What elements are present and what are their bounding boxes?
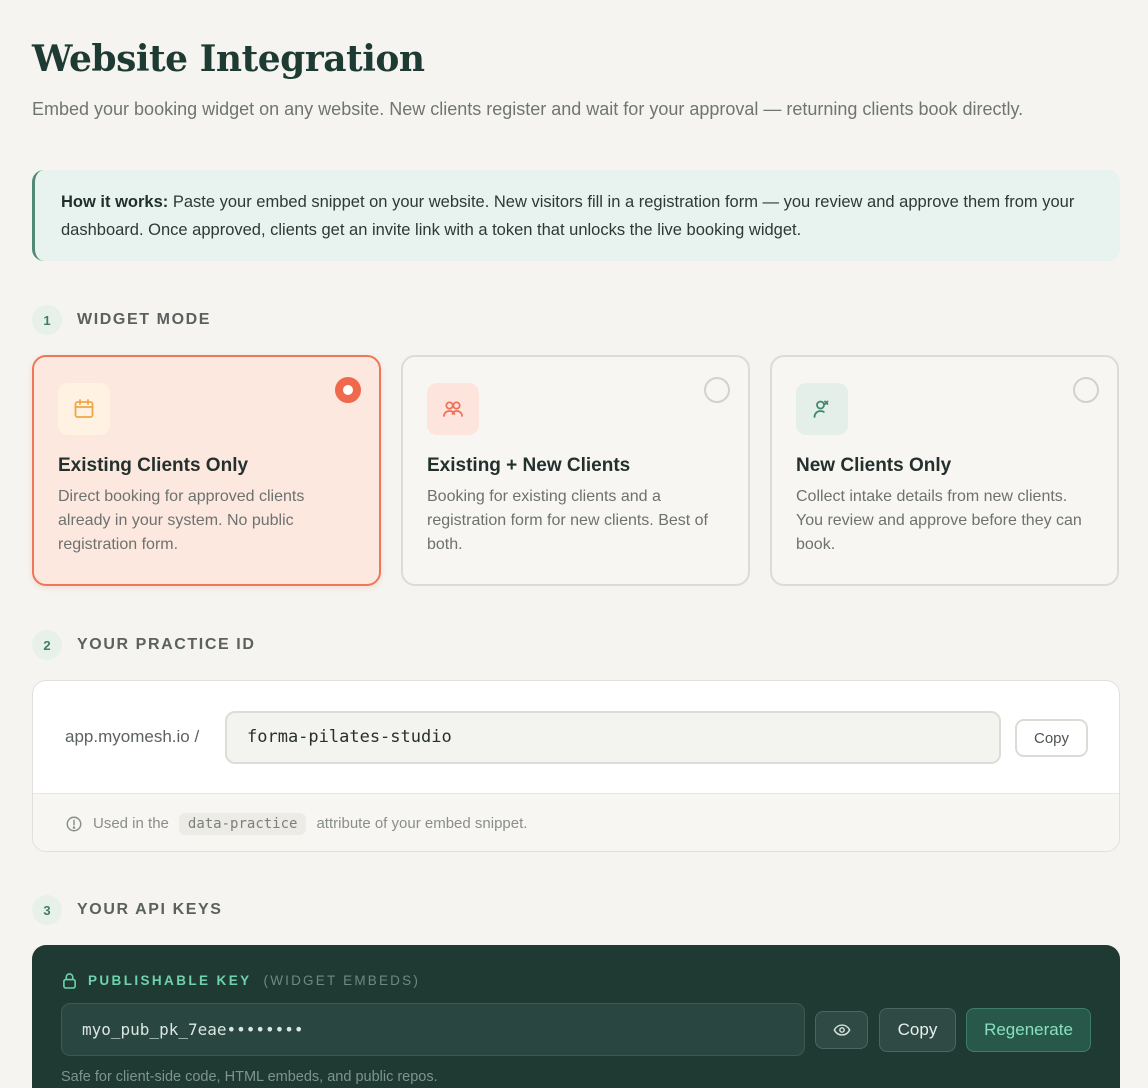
step-label: YOUR PRACTICE ID — [77, 636, 256, 653]
mode-option-existing-and-new[interactable]: Existing + New Clients Booking for exist… — [401, 355, 750, 586]
reveal-key-button[interactable] — [815, 1011, 868, 1049]
eye-icon — [833, 1024, 850, 1036]
copy-practice-id-button[interactable]: Copy — [1015, 719, 1088, 757]
mode-radio[interactable] — [704, 377, 730, 403]
step-number: 2 — [32, 630, 62, 660]
step-widget-mode: 1 WIDGET MODE — [32, 305, 211, 335]
mode-description: Direct booking for approved clients alre… — [58, 488, 305, 553]
how-it-works-callout: How it works: Paste your embed snippet o… — [32, 170, 1120, 261]
mode-description: Collect intake details from new clients.… — [796, 488, 1082, 553]
callout-text: Paste your embed snippet on your website… — [61, 193, 1075, 239]
page-subtitle: Embed your booking widget on any website… — [32, 99, 1024, 119]
publishable-key-label: PUBLISHABLE KEY — [88, 973, 252, 988]
widget-mode-options: Existing Clients Only Direct booking for… — [32, 355, 1120, 586]
callout-lead: How it works: — [61, 193, 169, 211]
step-label: YOUR API KEYS — [77, 901, 223, 918]
step-practice-id: 2 YOUR PRACTICE ID — [32, 630, 256, 660]
users-icon — [427, 383, 479, 435]
publishable-key-sublabel: (WIDGET EMBEDS) — [263, 973, 421, 988]
publishable-key-input[interactable]: myo_pub_pk_7eae•••••••• — [61, 1003, 805, 1056]
note-text-after: attribute of your embed snippet. — [316, 815, 528, 832]
mode-option-existing-clients[interactable]: Existing Clients Only Direct booking for… — [32, 355, 381, 586]
practice-id-note: Used in the data-practice attribute of y… — [33, 793, 1119, 851]
publishable-key-help: Safe for client-side code, HTML embeds, … — [61, 1069, 438, 1085]
mode-title: Existing + New Clients — [427, 455, 631, 476]
step-number: 1 — [32, 305, 62, 335]
mode-description: Booking for existing clients and a regis… — [427, 488, 708, 553]
mode-title: Existing Clients Only — [58, 455, 249, 476]
practice-id-card: app.myomesh.io / forma-pilates-studio Co… — [32, 680, 1120, 852]
data-practice-code: data-practice — [178, 812, 307, 835]
note-text-before: Used in the — [93, 815, 169, 832]
calendar-icon — [58, 383, 110, 435]
user-plus-icon — [796, 383, 848, 435]
page-title: Website Integration — [32, 38, 425, 80]
step-number: 3 — [32, 895, 62, 925]
step-api-keys: 3 YOUR API KEYS — [32, 895, 223, 925]
info-icon — [66, 816, 82, 831]
mode-option-new-clients[interactable]: New Clients Only Collect intake details … — [770, 355, 1119, 586]
api-keys-panel: PUBLISHABLE KEY (WIDGET EMBEDS) myo_pub_… — [32, 945, 1120, 1088]
mode-radio[interactable] — [1073, 377, 1099, 403]
regenerate-key-button[interactable]: Regenerate — [966, 1008, 1091, 1052]
practice-id-input[interactable]: forma-pilates-studio — [225, 711, 1001, 764]
mode-title: New Clients Only — [796, 455, 952, 476]
copy-key-button[interactable]: Copy — [879, 1008, 956, 1052]
publishable-key-header: PUBLISHABLE KEY (WIDGET EMBEDS) — [62, 972, 420, 989]
lock-icon — [63, 973, 76, 989]
mode-radio-selected[interactable] — [335, 377, 361, 403]
step-label: WIDGET MODE — [77, 311, 212, 328]
practice-url-prefix: app.myomesh.io / — [65, 727, 200, 746]
